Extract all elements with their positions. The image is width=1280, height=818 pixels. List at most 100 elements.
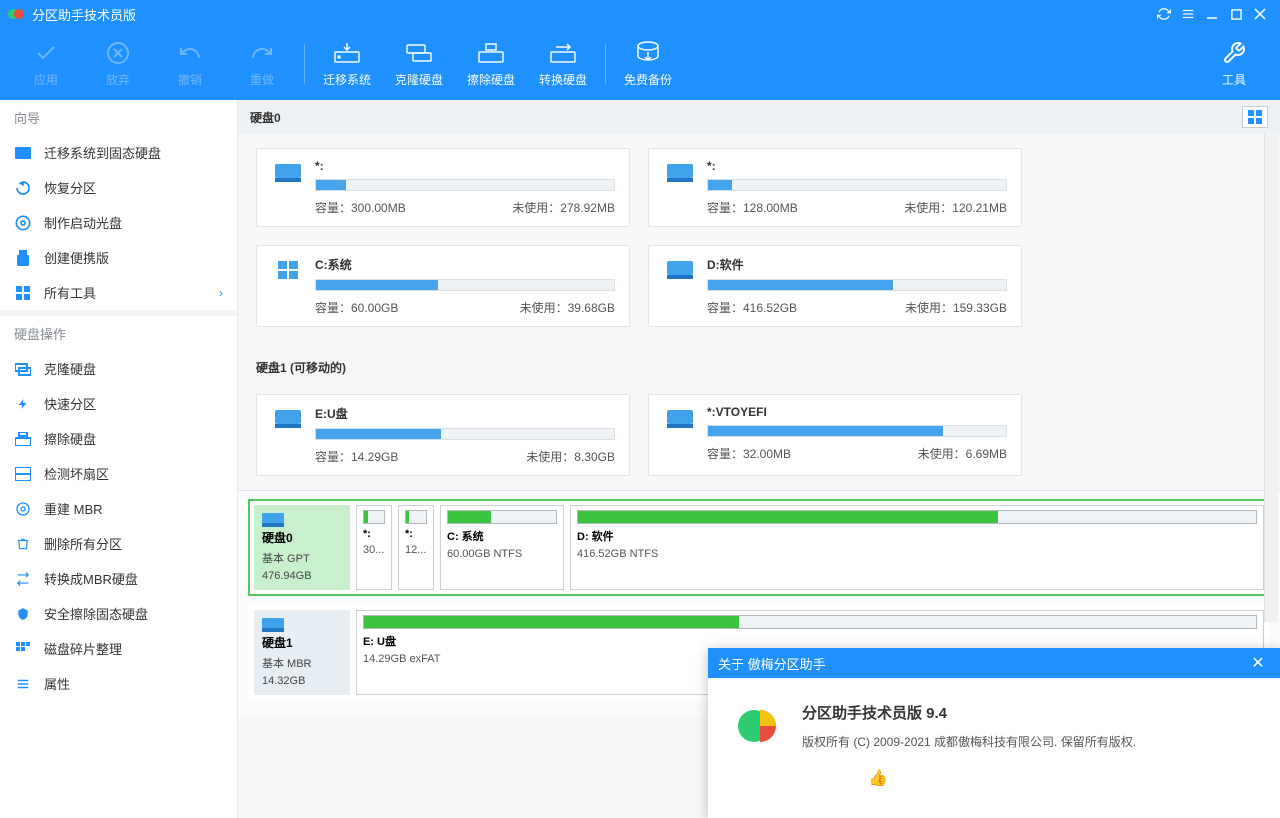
grid-icon xyxy=(14,640,32,658)
about-product: 分区助手技术员版 9.4 xyxy=(802,702,1136,723)
partition-block[interactable]: D: 软件416.52GB NTFS xyxy=(570,505,1264,590)
eraser-icon xyxy=(14,430,32,448)
shield-icon xyxy=(14,605,32,623)
undo-icon xyxy=(176,39,204,67)
swap-icon xyxy=(14,570,32,588)
usage-bar xyxy=(315,428,615,440)
disc-icon xyxy=(14,214,32,232)
partition-block[interactable]: *:30... xyxy=(356,505,392,590)
discard-button: 放弃 xyxy=(82,34,154,94)
ssd-icon xyxy=(14,144,32,162)
recover-icon xyxy=(14,179,32,197)
wipe-disk-button[interactable]: 擦除硬盘 xyxy=(455,34,527,94)
about-copyright: 版权所有 (C) 2009-2021 成都傲梅科技有限公司. 保留所有版权. xyxy=(802,733,1136,750)
partition-card[interactable]: E:U盘容量：14.29GB未使用：8.30GB xyxy=(256,394,630,476)
about-logo-icon xyxy=(736,702,784,750)
drives-icon xyxy=(405,39,433,67)
sidebar-item-quickpart[interactable]: 快速分区 xyxy=(0,386,237,421)
sidebar-item-convert-mbr[interactable]: 转换成MBR硬盘 xyxy=(0,561,237,596)
drive-icon xyxy=(271,159,305,187)
sidebar-item-rebuild-mbr[interactable]: 重建 MBR xyxy=(0,491,237,526)
sidebar: 向导 迁移系统到固态硬盘 恢复分区 制作启动光盘 创建便携版 所有工具› 硬盘操… xyxy=(0,100,238,818)
drive-arrow-icon xyxy=(333,39,361,67)
convert-icon xyxy=(549,39,577,67)
drive-icon xyxy=(663,256,697,284)
redo-icon xyxy=(248,39,276,67)
convert-disk-button[interactable]: 转换硬盘 xyxy=(527,34,599,94)
partition-block[interactable]: *:12... xyxy=(398,505,434,590)
scrollbar[interactable] xyxy=(1264,132,1278,622)
separator xyxy=(605,44,606,84)
partition-card[interactable]: *:容量：300.00MB未使用：278.92MB xyxy=(256,148,630,227)
windows-drive-icon xyxy=(271,256,305,284)
eraser-icon xyxy=(477,39,505,67)
usage-bar xyxy=(707,179,1007,191)
disk0-row[interactable]: 硬盘0 基本 GPT 476.94GB *:30... *:12... C: 系… xyxy=(248,499,1270,596)
chevron-right-icon: › xyxy=(219,286,223,300)
partition-card[interactable]: C:系统容量：60.00GB未使用：39.68GB xyxy=(256,245,630,327)
backup-icon xyxy=(634,39,662,67)
partition-card[interactable]: D:软件容量：416.52GB未使用：159.33GB xyxy=(648,245,1022,327)
bolt-icon xyxy=(14,395,32,413)
view-toggle-button[interactable] xyxy=(1242,106,1268,128)
clone-disk-button[interactable]: 克隆硬盘 xyxy=(383,34,455,94)
disk1-summary: 硬盘1 基本 MBR 14.32GB xyxy=(254,610,350,695)
sidebar-item-badsector[interactable]: 检测坏扇区 xyxy=(0,456,237,491)
refresh-button[interactable] xyxy=(1152,4,1176,24)
titlebar: 分区助手技术员版 xyxy=(0,0,1280,28)
separator xyxy=(304,44,305,84)
usage-bar xyxy=(707,279,1007,291)
sidebar-item-deleteall[interactable]: 删除所有分区 xyxy=(0,526,237,561)
about-close-button[interactable]: ✕ xyxy=(1246,653,1270,673)
grid-icon xyxy=(14,284,32,302)
x-circle-icon xyxy=(104,39,132,67)
usage-bar xyxy=(707,425,1007,437)
about-dialog: 关于 傲梅分区助手 ✕ 分区助手技术员版 9.4 版权所有 (C) 2009-2… xyxy=(708,648,1280,818)
drive-icon xyxy=(663,159,697,187)
redo-button: 重做 xyxy=(226,34,298,94)
sidebar-item-defrag[interactable]: 磁盘碎片整理 xyxy=(0,631,237,666)
sidebar-item-bootdisc[interactable]: 制作启动光盘 xyxy=(0,205,237,240)
thumb-icon[interactable]: 👍 xyxy=(868,768,1136,788)
partition-block[interactable]: C: 系统60.00GB NTFS xyxy=(440,505,564,590)
app-logo xyxy=(8,6,24,22)
scan-icon xyxy=(14,465,32,483)
check-icon xyxy=(32,39,60,67)
disk0-header: 硬盘0 xyxy=(238,100,1280,134)
usage-bar xyxy=(315,179,615,191)
sidebar-item-migrate-ssd[interactable]: 迁移系统到固态硬盘 xyxy=(0,135,237,170)
sidebar-group-ops: 硬盘操作 xyxy=(0,316,237,351)
menu-button[interactable] xyxy=(1176,4,1200,24)
apply-button: 应用 xyxy=(10,34,82,94)
backup-button[interactable]: 免费备份 xyxy=(612,34,684,94)
sidebar-item-clone[interactable]: 克隆硬盘 xyxy=(0,351,237,386)
partition-card[interactable]: *:VTOYEFI容量：32.00MB未使用：6.69MB xyxy=(648,394,1022,476)
sidebar-item-alltools[interactable]: 所有工具› xyxy=(0,275,237,310)
tools-button[interactable]: 工具 xyxy=(1198,34,1270,94)
maximize-button[interactable] xyxy=(1224,4,1248,24)
list-icon xyxy=(14,675,32,693)
migrate-os-button[interactable]: 迁移系统 xyxy=(311,34,383,94)
drive-icon xyxy=(663,405,697,433)
toolbar: 应用 放弃 撤销 重做 迁移系统 克隆硬盘 擦除硬盘 转换硬盘 免费备份 工具 xyxy=(0,28,1280,100)
trash-icon xyxy=(14,535,32,553)
app-title: 分区助手技术员版 xyxy=(32,5,1152,24)
main-panel: 硬盘0 *:容量：300.00MB未使用：278.92MB *:容量：128.0… xyxy=(238,100,1280,818)
sidebar-item-wipe[interactable]: 擦除硬盘 xyxy=(0,421,237,456)
wrench-icon xyxy=(1220,39,1248,67)
usb-icon xyxy=(14,249,32,267)
sidebar-item-portable[interactable]: 创建便携版 xyxy=(0,240,237,275)
close-button[interactable] xyxy=(1248,4,1272,24)
disk0-summary: 硬盘0 基本 GPT 476.94GB xyxy=(254,505,350,590)
disk1-header: 硬盘1 (可移动的) xyxy=(238,341,1280,380)
sidebar-item-secure-erase[interactable]: 安全擦除固态硬盘 xyxy=(0,596,237,631)
undo-button: 撤销 xyxy=(154,34,226,94)
sidebar-item-recover[interactable]: 恢复分区 xyxy=(0,170,237,205)
about-titlebar: 关于 傲梅分区助手 ✕ xyxy=(708,648,1280,678)
minimize-button[interactable] xyxy=(1200,4,1224,24)
gear-icon xyxy=(14,500,32,518)
sidebar-item-properties[interactable]: 属性 xyxy=(0,666,237,701)
partition-card[interactable]: *:容量：128.00MB未使用：120.21MB xyxy=(648,148,1022,227)
drive-icon xyxy=(271,405,305,433)
sidebar-group-wizard: 向导 xyxy=(0,100,237,135)
